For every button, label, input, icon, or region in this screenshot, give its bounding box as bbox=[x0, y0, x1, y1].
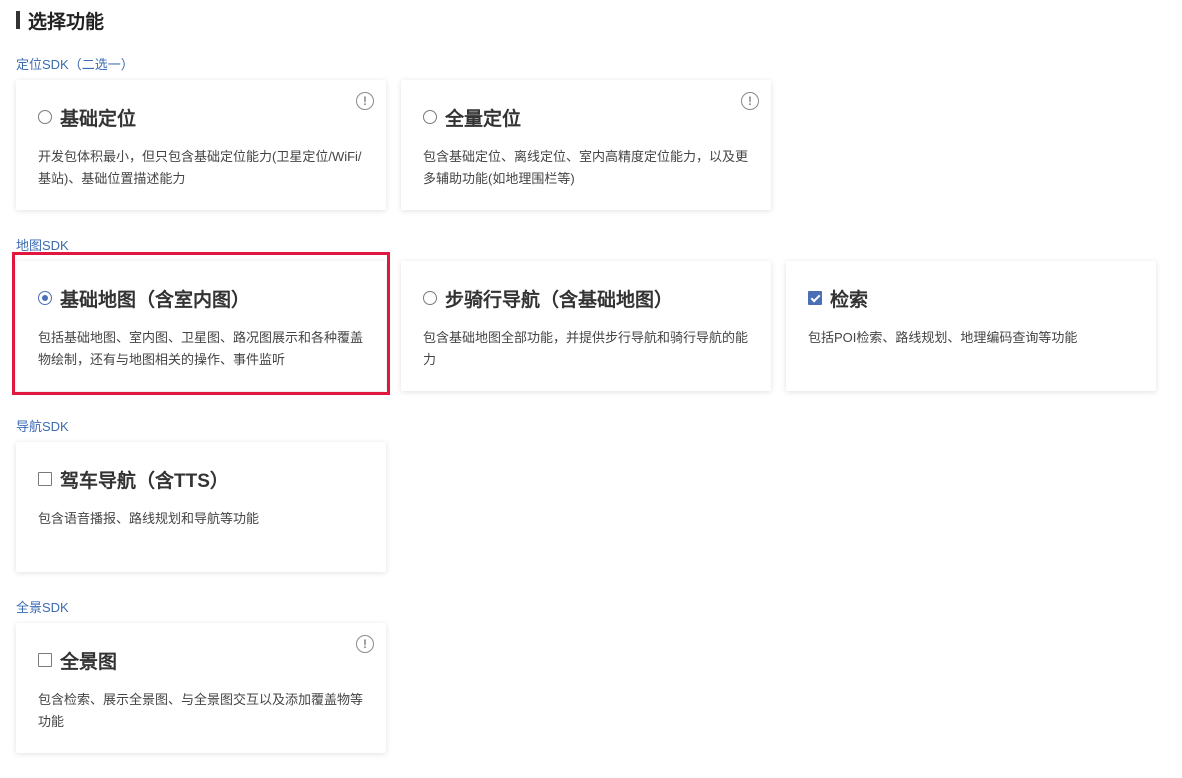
basic-map-radio[interactable] bbox=[38, 291, 52, 305]
basic-location-desc: 开发包体积最小，但只包含基础定位能力(卫星定位/WiFi/基站)、基础位置描述能… bbox=[38, 149, 362, 186]
page-title: 选择功能 bbox=[16, 6, 104, 34]
card-walk-ride-navigation: 步骑行导航（含基础地图） 包含基础地图全部功能，并提供步行导航和骑行导航的能力 bbox=[401, 261, 771, 391]
full-location-desc: 包含基础定位、离线定位、室内高精度定位能力，以及更多辅助功能(如地理围栏等) bbox=[423, 149, 749, 186]
title-bar-decoration bbox=[16, 11, 20, 29]
card-driving-navigation: 驾车导航（含TTS） 包含语音播报、路线规划和导航等功能 bbox=[16, 442, 386, 572]
group-label-panorama-sdk: 全景SDK bbox=[16, 600, 69, 615]
card-panorama: 全景图 包含检索、展示全景图、与全景图交互以及添加覆盖物等功能 ! bbox=[16, 623, 386, 753]
page-title-text: 选择功能 bbox=[28, 11, 105, 33]
group-label-navigation-sdk: 导航SDK bbox=[16, 419, 69, 434]
basic-map-title: 基础地图（含室内图） bbox=[60, 289, 251, 311]
search-option[interactable]: 检索 bbox=[808, 285, 868, 311]
full-location-option[interactable]: 全量定位 bbox=[423, 104, 521, 130]
driving-navigation-option[interactable]: 驾车导航（含TTS） bbox=[38, 466, 229, 492]
panorama-checkbox[interactable] bbox=[38, 653, 52, 667]
info-icon[interactable]: ! bbox=[741, 92, 759, 110]
card-basic-location: 基础定位 开发包体积最小，但只包含基础定位能力(卫星定位/WiFi/基站)、基础… bbox=[16, 80, 386, 210]
walk-ride-navigation-option[interactable]: 步骑行导航（含基础地图） bbox=[423, 285, 673, 311]
walk-ride-navigation-desc: 包含基础地图全部功能，并提供步行导航和骑行导航的能力 bbox=[423, 330, 749, 367]
basic-location-option[interactable]: 基础定位 bbox=[38, 104, 136, 130]
walk-ride-navigation-title: 步骑行导航（含基础地图） bbox=[445, 289, 674, 311]
card-full-location: 全量定位 包含基础定位、离线定位、室内高精度定位能力，以及更多辅助功能(如地理围… bbox=[401, 80, 771, 210]
info-icon[interactable]: ! bbox=[356, 635, 374, 653]
walk-ride-navigation-radio[interactable] bbox=[423, 291, 437, 305]
panorama-desc: 包含检索、展示全景图、与全景图交互以及添加覆盖物等功能 bbox=[38, 692, 364, 729]
basic-map-desc: 包括基础地图、室内图、卫星图、路况图展示和各种覆盖物绘制，还有与地图相关的操作、… bbox=[38, 330, 364, 367]
search-title: 检索 bbox=[830, 289, 869, 311]
group-label-map-sdk: 地图SDK bbox=[16, 238, 69, 253]
panorama-title: 全景图 bbox=[60, 651, 118, 673]
driving-navigation-desc: 包含语音播报、路线规划和导航等功能 bbox=[38, 511, 260, 526]
card-basic-map: 基础地图（含室内图） 包括基础地图、室内图、卫星图、路况图展示和各种覆盖物绘制，… bbox=[16, 261, 386, 391]
driving-navigation-checkbox[interactable] bbox=[38, 472, 52, 486]
basic-map-option[interactable]: 基础地图（含室内图） bbox=[38, 285, 250, 311]
card-search: 检索 包括POI检索、路线规划、地理编码查询等功能 bbox=[786, 261, 1156, 391]
full-location-title: 全量定位 bbox=[445, 108, 522, 130]
panorama-option[interactable]: 全景图 bbox=[38, 647, 117, 673]
basic-location-radio[interactable] bbox=[38, 110, 52, 124]
driving-navigation-title: 驾车导航（含TTS） bbox=[60, 470, 229, 492]
search-checkbox[interactable] bbox=[808, 291, 822, 305]
basic-location-title: 基础定位 bbox=[60, 108, 137, 130]
full-location-radio[interactable] bbox=[423, 110, 437, 124]
search-desc: 包括POI检索、路线规划、地理编码查询等功能 bbox=[808, 330, 1078, 345]
info-icon[interactable]: ! bbox=[356, 92, 374, 110]
group-label-location-sdk: 定位SDK（二选一） bbox=[16, 57, 134, 72]
